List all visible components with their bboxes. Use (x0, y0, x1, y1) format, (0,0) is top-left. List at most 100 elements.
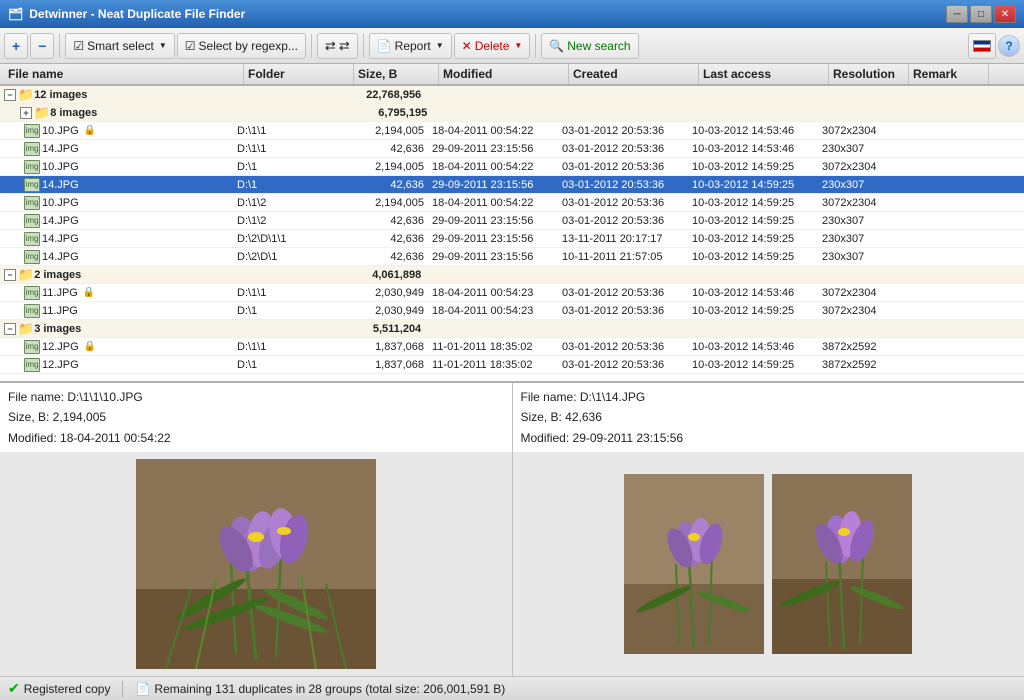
file-access: 10-03-2012 14:59:25 (692, 197, 822, 209)
remove-button[interactable]: − (30, 33, 54, 59)
file-name: 11.JPG (42, 305, 237, 317)
collapse-icon[interactable]: − (4, 323, 16, 335)
file-row[interactable]: img 14.JPG D:\1\2 42,636 29-09-2011 23:1… (0, 212, 1024, 230)
file-resolution: 230x307 (822, 215, 902, 227)
file-created: 03-01-2012 20:53:36 (562, 305, 692, 317)
right-filename: File name: D:\1\14.JPG (521, 387, 1017, 407)
file-access: 10-03-2012 14:59:25 (692, 305, 822, 317)
file-icon: img (24, 286, 40, 300)
group-row[interactable]: + 📁 8 images 6,795,195 (0, 104, 1024, 122)
file-created: 03-01-2012 20:53:36 (562, 197, 692, 209)
titlebar-title: 🗂 Detwinner - Neat Duplicate File Finder (8, 7, 245, 21)
file-row[interactable]: img 10.JPG🔒 D:\1\1 2,194,005 18-04-2011 … (0, 122, 1024, 140)
col-access[interactable]: Last access (699, 64, 829, 84)
file-row[interactable]: img 12.JPG🔒 D:\1\1 1,837,068 11-01-2011 … (0, 338, 1024, 356)
toolbar-separator-3 (363, 34, 364, 58)
close-button[interactable]: ✕ (994, 5, 1016, 23)
select-by-regexp-button[interactable]: ☑ Select by regexp... (177, 33, 306, 59)
file-icon: img (24, 160, 40, 174)
smart-select-arrow: ▼ (159, 41, 167, 50)
file-row[interactable]: img 10.JPG D:\1 2,194,005 18-04-2011 00:… (0, 158, 1024, 176)
file-access: 10-03-2012 14:53:46 (692, 341, 822, 353)
col-created[interactable]: Created (569, 64, 699, 84)
help-button[interactable]: ? (998, 35, 1020, 57)
file-name: 10.JPG🔒 (42, 125, 237, 137)
col-folder[interactable]: Folder (244, 64, 354, 84)
file-resolution: 3072x2304 (822, 287, 902, 299)
group4-files: img 12.JPG🔒 D:\1\1 1,837,068 11-01-2011 … (0, 338, 1024, 374)
col-remark[interactable]: Remark (909, 64, 989, 84)
delete-icon: ✕ (462, 39, 472, 53)
expand-icon[interactable]: + (20, 107, 32, 119)
col-resolution[interactable]: Resolution (829, 64, 909, 84)
file-resolution: 3072x2304 (822, 197, 902, 209)
group-name: 8 images (50, 107, 240, 119)
file-row[interactable]: img 14.JPG D:\1 42,636 29-09-2011 23:15:… (0, 176, 1024, 194)
minimize-button[interactable]: ─ (946, 5, 968, 23)
col-filename[interactable]: File name (4, 64, 244, 84)
left-size: Size, B: 2,194,005 (8, 407, 504, 427)
regexp-label: Select by regexp... (199, 39, 298, 53)
group-row[interactable]: − 📁 3 images 5,511,204 (0, 320, 1024, 338)
file-modified: 29-09-2011 23:15:56 (432, 233, 562, 245)
file-folder: D:\1 (237, 359, 347, 371)
col-size[interactable]: Size, B (354, 64, 439, 84)
new-search-button[interactable]: 🔍 New search (541, 33, 638, 59)
file-resolution: 230x307 (822, 251, 902, 263)
file-access: 10-03-2012 14:53:46 (692, 125, 822, 137)
file-resolution: 230x307 (822, 143, 902, 155)
smart-select-button[interactable]: ☑ Smart select ▼ (65, 33, 174, 59)
file-icon: img (24, 232, 40, 246)
group-size: 4,061,898 (344, 269, 429, 281)
file-row[interactable]: img 11.JPG🔒 D:\1\1 2,030,949 18-04-2011 … (0, 284, 1024, 302)
file-tree: − 📁 12 images 22,768,956 + 📁 8 images 6,… (0, 86, 1024, 381)
file-name: 12.JPG🔒 (42, 341, 237, 353)
file-icon: img (24, 250, 40, 264)
group1-files: img 10.JPG🔒 D:\1\1 2,194,005 18-04-2011 … (0, 122, 1024, 266)
regexp-icon: ☑ (185, 39, 196, 53)
flag-button[interactable] (968, 33, 996, 59)
delete-label: Delete (475, 39, 510, 53)
flag-icon (973, 40, 991, 52)
file-row[interactable]: img 11.JPG D:\1 2,030,949 18-04-2011 00:… (0, 302, 1024, 320)
file-access: 10-03-2012 14:59:25 (692, 359, 822, 371)
compare-button[interactable]: ⇄ ⇄ (317, 33, 358, 59)
toolbar-separator-4 (535, 34, 536, 58)
file-size: 2,030,949 (347, 305, 432, 317)
file-icon: img (24, 196, 40, 210)
file-modified: 29-09-2011 23:15:56 (432, 251, 562, 263)
col-modified[interactable]: Modified (439, 64, 569, 84)
maximize-button[interactable]: □ (970, 5, 992, 23)
file-row[interactable]: img 14.JPG D:\1\1 42,636 29-09-2011 23:1… (0, 140, 1024, 158)
file-folder: D:\1\2 (237, 197, 347, 209)
file-created: 03-01-2012 20:53:36 (562, 341, 692, 353)
smart-select-icon: ☑ (73, 39, 84, 53)
file-folder: D:\1 (237, 305, 347, 317)
report-button[interactable]: 📄 Report ▼ (369, 33, 452, 59)
delete-button[interactable]: ✕ Delete ▼ (454, 33, 531, 59)
file-name: 14.JPG (42, 251, 237, 263)
titlebar-controls: ─ □ ✕ (946, 5, 1016, 23)
file-modified: 18-04-2011 00:54:23 (432, 305, 562, 317)
add-button[interactable]: + (4, 33, 28, 59)
file-folder: D:\1\1 (237, 125, 347, 137)
file-row[interactable]: img 14.JPG D:\2\D\1 42,636 29-09-2011 23… (0, 248, 1024, 266)
column-headers: File name Folder Size, B Modified Create… (0, 64, 1024, 86)
file-size: 2,194,005 (347, 161, 432, 173)
report-arrow: ▼ (436, 41, 444, 50)
file-row[interactable]: img 14.JPG D:\2\D\1\1 42,636 29-09-2011 … (0, 230, 1024, 248)
new-search-label: New search (567, 39, 630, 53)
collapse-icon[interactable]: − (4, 269, 16, 281)
group-row[interactable]: − 📁 12 images 22,768,956 (0, 86, 1024, 104)
file-icon: img (24, 124, 40, 138)
report-label: Report (395, 39, 431, 53)
collapse-icon[interactable]: − (4, 89, 16, 101)
file-row[interactable]: img 10.JPG D:\1\2 2,194,005 18-04-2011 0… (0, 194, 1024, 212)
group-row[interactable]: − 📁 2 images 4,061,898 (0, 266, 1024, 284)
compare-icon2: ⇄ (339, 38, 350, 54)
file-created: 03-01-2012 20:53:36 (562, 161, 692, 173)
file-row[interactable]: img 12.JPG D:\1 1,837,068 11-01-2011 18:… (0, 356, 1024, 374)
compare-icon: ⇄ (325, 38, 336, 54)
left-modified: Modified: 18-04-2011 00:54:22 (8, 428, 504, 448)
group-size: 5,511,204 (344, 323, 429, 335)
